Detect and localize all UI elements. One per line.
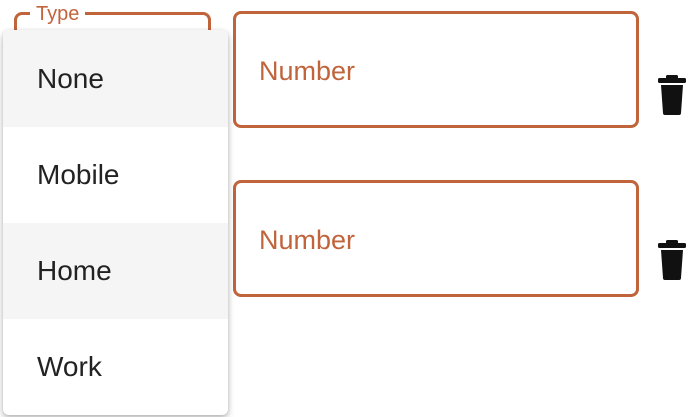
menu-item-mobile[interactable]: Mobile — [3, 127, 228, 223]
menu-item-home[interactable]: Home — [3, 223, 228, 319]
number-input[interactable]: Number — [233, 180, 639, 297]
type-dropdown-menu: None Mobile Home Work — [3, 30, 228, 415]
menu-item-work[interactable]: Work — [3, 319, 228, 415]
type-select-label: Type — [30, 2, 86, 26]
trash-icon[interactable] — [655, 75, 689, 115]
menu-item-none[interactable]: None — [3, 30, 228, 127]
number-input-placeholder: Number — [259, 56, 356, 86]
trash-icon[interactable] — [655, 240, 689, 280]
number-input-placeholder: Number — [259, 225, 356, 255]
number-input[interactable]: Number — [233, 11, 639, 128]
